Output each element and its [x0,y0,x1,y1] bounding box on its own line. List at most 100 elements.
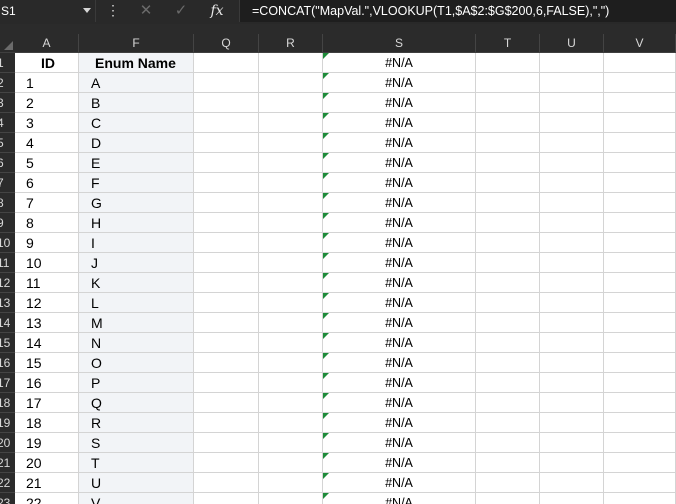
cell-r[interactable] [259,393,323,413]
cell-v[interactable] [604,53,676,73]
enum-name-cell[interactable]: O [79,353,194,373]
cell-v[interactable] [604,153,676,173]
cell-v[interactable] [604,313,676,333]
id-cell[interactable]: 7 [15,193,79,213]
cell-q[interactable] [194,133,259,153]
cell-u[interactable] [540,53,604,73]
cell-t[interactable] [476,73,540,93]
row-header[interactable]: 9 [0,213,15,233]
enum-name-cell[interactable]: H [79,213,194,233]
id-cell[interactable]: 18 [15,413,79,433]
formula-result-cell[interactable]: #N/A [323,93,476,113]
cell-t[interactable] [476,453,540,473]
column-header-v[interactable]: V [604,34,676,52]
cell-u[interactable] [540,113,604,133]
row-header[interactable]: 20 [0,433,15,453]
cell-u[interactable] [540,273,604,293]
cell-q[interactable] [194,313,259,333]
cell-q[interactable] [194,393,259,413]
cell-r[interactable] [259,133,323,153]
cell-q[interactable] [194,173,259,193]
enum-name-cell[interactable]: C [79,113,194,133]
id-cell[interactable]: 6 [15,173,79,193]
enum-name-cell[interactable]: S [79,433,194,453]
column-header-q[interactable]: Q [194,34,259,52]
cell-r[interactable] [259,353,323,373]
cell-t[interactable] [476,313,540,333]
header-cell-id[interactable]: ID [15,53,79,73]
enum-name-cell[interactable]: V [79,493,194,504]
id-cell[interactable]: 12 [15,293,79,313]
cell-r[interactable] [259,433,323,453]
row-header[interactable]: 23 [0,493,15,504]
column-header-s[interactable]: S [323,34,476,52]
row-header[interactable]: 7 [0,173,15,193]
cell-v[interactable] [604,293,676,313]
id-cell[interactable]: 4 [15,133,79,153]
cell-q[interactable] [194,253,259,273]
cell-q[interactable] [194,113,259,133]
cell-u[interactable] [540,153,604,173]
cell-u[interactable] [540,413,604,433]
cell-u[interactable] [540,233,604,253]
cell-u[interactable] [540,93,604,113]
formula-result-cell[interactable]: #N/A [323,253,476,273]
cell-v[interactable] [604,73,676,93]
cell-t[interactable] [476,53,540,73]
cell-v[interactable] [604,393,676,413]
cell-q[interactable] [194,73,259,93]
cell-v[interactable] [604,353,676,373]
cell-q[interactable] [194,413,259,433]
cell-r[interactable] [259,213,323,233]
cell-q[interactable] [194,273,259,293]
row-header[interactable]: 12 [0,273,15,293]
id-cell[interactable]: 21 [15,473,79,493]
row-header[interactable]: 14 [0,313,15,333]
cell-t[interactable] [476,333,540,353]
id-cell[interactable]: 5 [15,153,79,173]
enum-name-cell[interactable]: G [79,193,194,213]
cell-q[interactable] [194,233,259,253]
cell-v[interactable] [604,233,676,253]
cell-t[interactable] [476,213,540,233]
cell-r[interactable] [259,93,323,113]
cell-q[interactable] [194,373,259,393]
formula-result-cell[interactable]: #N/A [323,453,476,473]
enum-name-cell[interactable]: A [79,73,194,93]
column-header-r[interactable]: R [259,34,323,52]
row-header[interactable]: 3 [0,93,15,113]
cell-v[interactable] [604,453,676,473]
formula-result-cell[interactable]: #N/A [323,293,476,313]
cell-r[interactable] [259,253,323,273]
formula-result-cell[interactable]: #N/A [323,53,476,73]
column-header-t[interactable]: T [476,34,540,52]
cell-r[interactable] [259,273,323,293]
row-header[interactable]: 18 [0,393,15,413]
row-header[interactable]: 10 [0,233,15,253]
cell-v[interactable] [604,193,676,213]
formula-result-cell[interactable]: #N/A [323,193,476,213]
cell-q[interactable] [194,493,259,504]
cell-u[interactable] [540,453,604,473]
cell-v[interactable] [604,133,676,153]
cell-r[interactable] [259,73,323,93]
chevron-down-icon[interactable] [83,8,91,13]
formula-result-cell[interactable]: #N/A [323,393,476,413]
cell-t[interactable] [476,253,540,273]
cell-t[interactable] [476,473,540,493]
cell-t[interactable] [476,273,540,293]
insert-function-icon[interactable]: fx [200,0,234,22]
cell-t[interactable] [476,293,540,313]
cell-u[interactable] [540,373,604,393]
enum-name-cell[interactable]: P [79,373,194,393]
row-header[interactable]: 21 [0,453,15,473]
cell-q[interactable] [194,333,259,353]
cell-r[interactable] [259,373,323,393]
formula-result-cell[interactable]: #N/A [323,473,476,493]
cell-q[interactable] [194,293,259,313]
cell-t[interactable] [476,133,540,153]
enum-name-cell[interactable]: N [79,333,194,353]
cell-u[interactable] [540,313,604,333]
cell-q[interactable] [194,353,259,373]
cell-u[interactable] [540,133,604,153]
